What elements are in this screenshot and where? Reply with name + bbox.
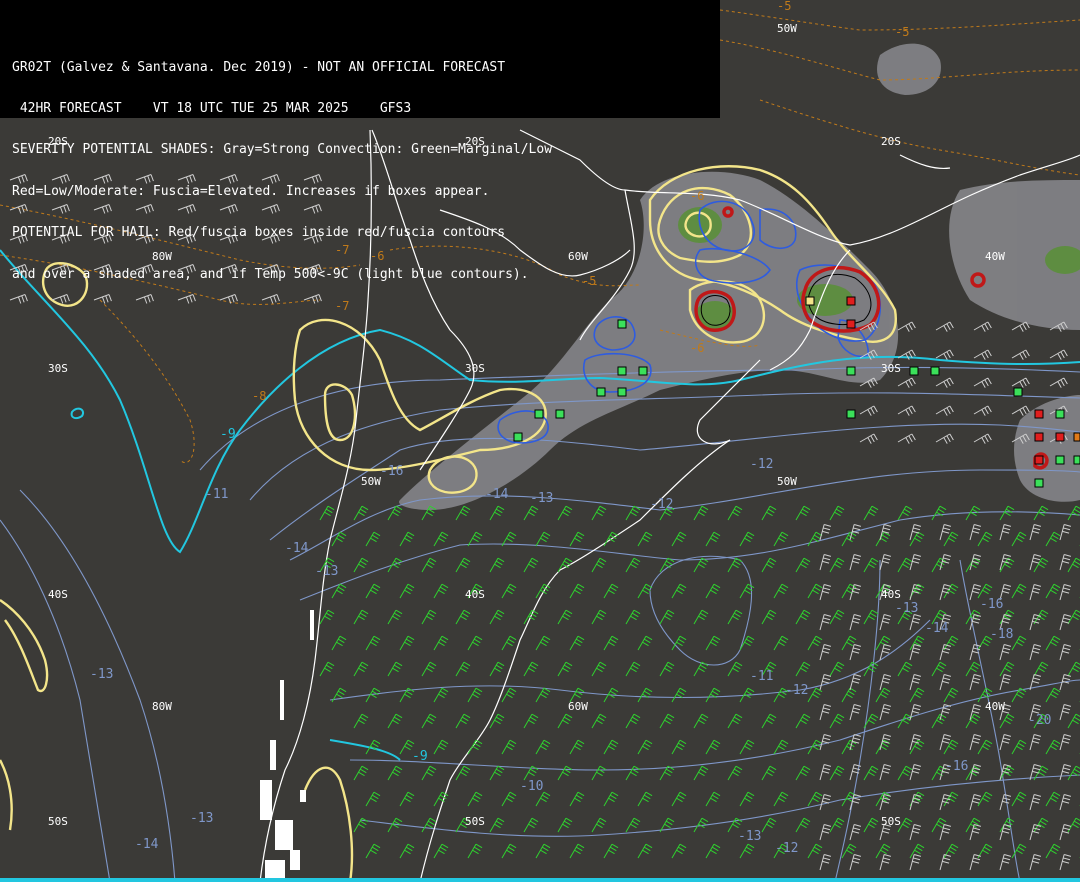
iso-label: -12 (775, 841, 798, 856)
header-line-5: POTENTIAL FOR HAIL: Red/fuscia boxes ins… (12, 225, 506, 241)
iso-label: -12 (750, 457, 773, 472)
iso-label: -11 (750, 669, 773, 684)
label-40w-bottom: 40W (985, 700, 1005, 713)
iso-label: -14 (485, 487, 509, 502)
iso-label: -12 (650, 497, 673, 512)
iso-label: -10 (520, 779, 543, 794)
iso-label: -14 (285, 541, 309, 556)
header-line-1: GR02T (Galvez & Santavana. Dec 2019) - N… (12, 59, 506, 75)
label-70w-mid: 50W (361, 475, 381, 488)
iso-label: -5 (895, 25, 909, 39)
label-50s-b: 50S (465, 815, 485, 828)
iso-label: -16 (980, 597, 1003, 612)
label-20s-c: 20S (881, 135, 901, 148)
iso-label: -20 (1028, 713, 1051, 728)
iso-label: -7 (335, 299, 349, 313)
iso-label: -8 (252, 389, 266, 403)
header-line-2: 42HR FORECAST VT 18 UTC TUE 25 MAR 2025 … (12, 100, 412, 116)
iso-label: -16 (945, 759, 968, 774)
label-30s-c: 30S (881, 362, 901, 375)
label-50s-c: 50S (881, 815, 901, 828)
iso-label: -9 (220, 427, 236, 442)
header-line-6: and over a shaded area, and if Temp 500<… (12, 266, 529, 282)
iso-label: -14 (925, 621, 949, 636)
forecast-legend-header: GR02T (Galvez & Santavana. Dec 2019) - N… (0, 0, 720, 281)
label-40s-a: 40S (48, 588, 68, 601)
label-40s-c: 40S (881, 588, 901, 601)
iso-label: -13 (190, 811, 213, 826)
iso-label: -13 (895, 601, 918, 616)
label-40w-top: 40W (985, 250, 1005, 263)
iso-label: -6 (690, 341, 704, 355)
header-line-4: Red=Low/Moderate: Fuscia=Elevated. Incre… (12, 183, 490, 199)
iso-label: -13 (90, 667, 113, 682)
label-60w-bottom: 60W (568, 700, 588, 713)
label-30s-a: 30S (48, 362, 68, 375)
label-50w-top: 50W (777, 22, 797, 35)
iso-label: -13 (315, 564, 338, 579)
label-80w-bottom: 80W (152, 700, 172, 713)
header-line-3: SEVERITY POTENTIAL SHADES: Gray=Strong C… (12, 142, 553, 158)
label-30s-b: 30S (465, 362, 485, 375)
label-50s-a: 50S (48, 815, 68, 828)
iso-label: -13 (530, 491, 553, 506)
iso-label: -18 (990, 627, 1013, 642)
iso-label: -12 (785, 683, 808, 698)
iso-label: -5 (777, 0, 791, 13)
iso-label: -9 (412, 749, 428, 764)
iso-label: -16 (380, 464, 403, 479)
iso-label: -13 (738, 829, 761, 844)
bottom-border-bar (0, 878, 1080, 882)
label-50w-mid: 50W (777, 475, 797, 488)
label-40s-b: 40S (465, 588, 485, 601)
iso-label: -11 (205, 487, 228, 502)
iso-label: -14 (135, 837, 159, 852)
